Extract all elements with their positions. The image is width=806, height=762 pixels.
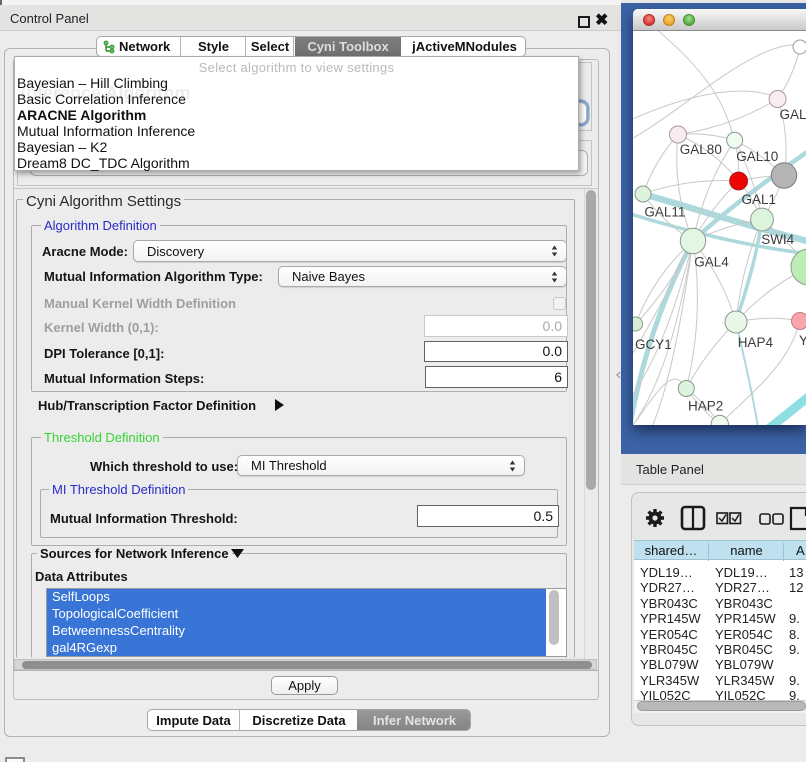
svg-text:SWI4: SWI4 bbox=[761, 232, 794, 247]
svg-text:Y: Y bbox=[799, 333, 806, 348]
svg-text:GAL11: GAL11 bbox=[644, 204, 685, 219]
svg-text:GAL1: GAL1 bbox=[742, 192, 777, 207]
svg-text:HAP2: HAP2 bbox=[688, 398, 723, 413]
svg-text:GAL80: GAL80 bbox=[680, 142, 722, 157]
svg-text:HAP4: HAP4 bbox=[738, 335, 774, 350]
svg-text:GAL4: GAL4 bbox=[694, 254, 729, 269]
svg-text:GAL10: GAL10 bbox=[736, 149, 778, 164]
svg-text:GCY1: GCY1 bbox=[635, 337, 672, 352]
svg-text:GAL: GAL bbox=[780, 107, 806, 122]
